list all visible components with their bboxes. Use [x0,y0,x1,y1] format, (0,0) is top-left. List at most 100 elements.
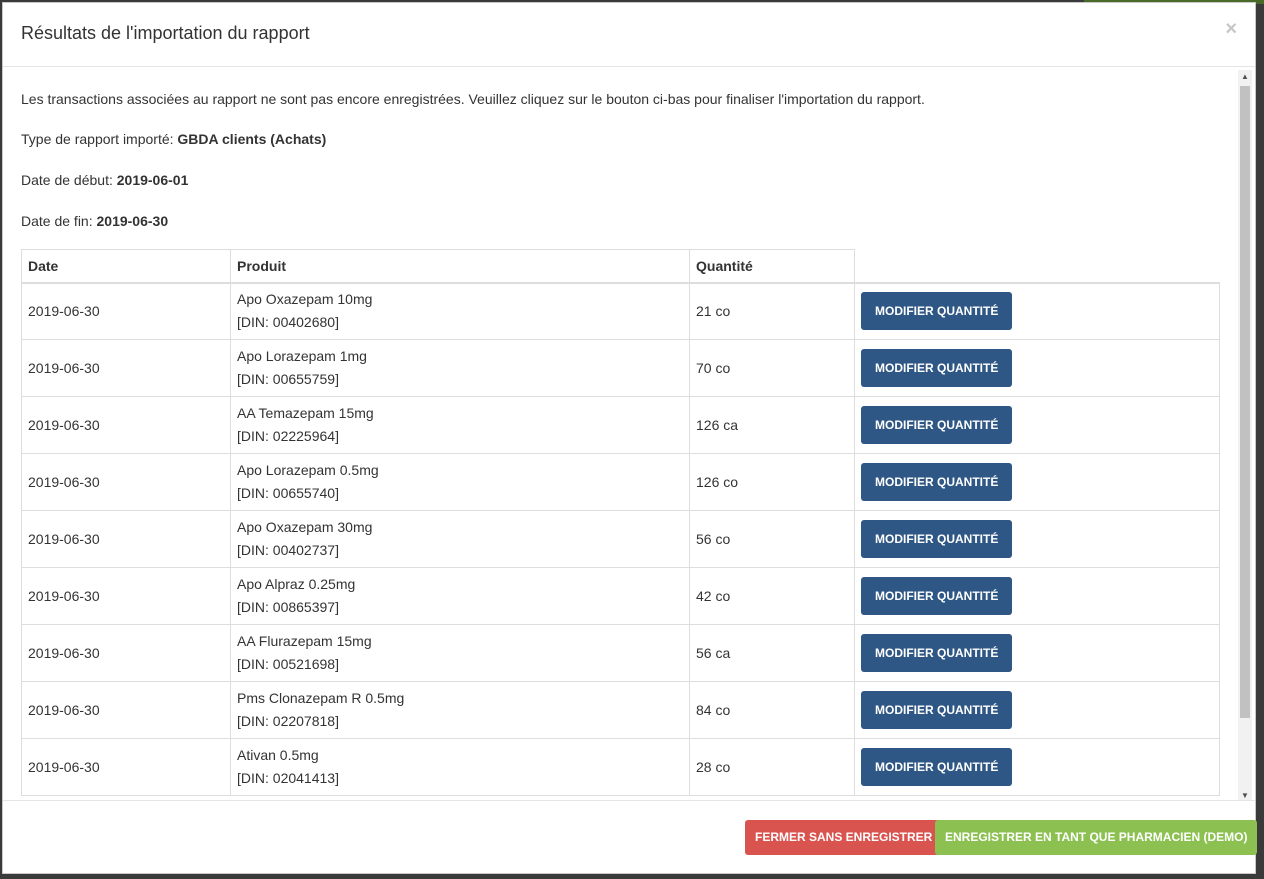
modify-quantity-button[interactable]: MODIFIER QUANTITÉ [861,748,1013,786]
report-type-value: GBDA clients (Achats) [177,131,327,147]
modify-quantity-button[interactable]: MODIFIER QUANTITÉ [861,691,1013,729]
product-name: AA Temazepam 15mg [237,405,374,421]
table-header-row: Date Produit Quantité [21,249,1220,284]
product-name: Pms Clonazepam R 0.5mg [237,690,405,706]
product-name: AA Flurazepam 15mg [237,633,372,649]
start-date-label: Date de début: [21,172,117,188]
table-row: 2019-06-30 Apo Oxazepam 10mg [DIN: 0040268… [21,282,1220,340]
cell-product: Apo Oxazepam 10mg [DIN: 00402680] [230,282,690,340]
cell-actions: MODIFIER QUANTITÉ [854,453,1220,511]
start-date-line: Date de début: 2019-06-01 [21,172,188,188]
product-din: [DIN: 00402680] [237,314,339,331]
product-name: Apo Lorazepam 0.5mg [237,462,379,478]
product-name: Apo Oxazepam 10mg [237,291,373,308]
column-header-date: Date [21,249,231,284]
product-din: [DIN: 00402737] [237,542,339,558]
cell-product: Apo Oxazepam 30mg [DIN: 00402737] [230,510,690,568]
scroll-up-arrow-icon[interactable]: ▲ [1238,70,1252,84]
modal-footer: FERMER SANS ENREGISTRER ENREGISTRER EN T… [3,800,1258,873]
product-name: Apo Alpraz 0.25mg [237,576,356,592]
cell-actions: MODIFIER QUANTITÉ [854,510,1220,568]
modal-title: Résultats de l'importation du rapport [21,23,310,43]
cell-actions: MODIFIER QUANTITÉ [854,738,1220,796]
report-type-label: Type de rapport importé: [21,131,178,147]
cell-product: Pms Clonazepam R 0.5mg [DIN: 02207818] [230,681,690,739]
cell-product: Apo Lorazepam 0.5mg [DIN: 00655740] [230,453,690,511]
modify-quantity-button[interactable]: MODIFIER QUANTITÉ [861,463,1013,501]
import-notice: Les transactions associées au rapport ne… [21,91,925,107]
cell-product: AA Temazepam 15mg [DIN: 02225964] [230,396,690,454]
close-without-saving-button[interactable]: FERMER SANS ENREGISTRER [745,820,943,855]
cell-quantity: 56 co [689,510,855,568]
modal-body: Les transactions associées au rapport ne… [3,67,1239,803]
cell-actions: MODIFIER QUANTITÉ [854,339,1220,397]
cell-date: 2019-06-30 [21,681,231,739]
cell-quantity: 56 ca [689,624,855,682]
cell-actions: MODIFIER QUANTITÉ [854,396,1220,454]
column-header-actions [854,249,1220,284]
table-row: 2019-06-30 Ativan 0.5mg [DIN: 02041413] 28 … [21,738,1220,796]
save-as-pharmacist-button[interactable]: ENREGISTRER EN TANT QUE PHARMACIEN (DEMO… [935,820,1258,855]
cell-quantity: 42 co [689,567,855,625]
cell-product: AA Flurazepam 15mg [DIN: 00521698] [230,624,690,682]
product-din: [DIN: 00655740] [237,485,339,501]
cell-date: 2019-06-30 [21,510,231,568]
table-row: 2019-06-30 Apo Lorazepam 0.5mg [DIN: 00655… [21,453,1220,511]
product-name: Ativan 0.5mg [237,747,319,763]
product-din: [DIN: 00865397] [237,599,339,615]
cell-date: 2019-06-30 [21,339,231,397]
table-row: 2019-06-30 Pms Clonazepam R 0.5mg [DIN: 02… [21,681,1220,739]
table-body: 2019-06-30 Apo Oxazepam 10mg [DIN: 0040268… [21,282,1220,796]
transactions-table: Date Produit Quantité 2019-06-30 Apo Oxaz… [21,249,1220,796]
product-din: [DIN: 02207818] [237,713,339,729]
cell-quantity: 21 co [689,282,855,340]
close-icon[interactable]: × [1225,19,1237,39]
cell-product: Ativan 0.5mg [DIN: 02041413] [230,738,690,796]
cell-date: 2019-06-30 [21,738,231,796]
table-row: 2019-06-30 Apo Alpraz 0.25mg [DIN: 0086539… [21,567,1220,625]
cell-product: Apo Lorazepam 1mg [DIN: 00655759] [230,339,690,397]
cell-quantity: 126 ca [689,396,855,454]
cell-actions: MODIFIER QUANTITÉ [854,282,1220,340]
cell-product: Apo Alpraz 0.25mg [DIN: 00865397] [230,567,690,625]
start-date-value: 2019-06-01 [116,172,189,188]
cell-date: 2019-06-30 [21,624,231,682]
modify-quantity-button[interactable]: MODIFIER QUANTITÉ [861,577,1013,615]
product-name: Apo Oxazepam 30mg [237,519,373,535]
cell-date: 2019-06-30 [21,567,231,625]
cell-actions: MODIFIER QUANTITÉ [854,681,1220,739]
report-type-line: Type de rapport importé: GBDA clients (A… [21,131,326,147]
cell-quantity: 28 co [689,738,855,796]
end-date-line: Date de fin: 2019-06-30 [21,213,168,229]
modify-quantity-button[interactable]: MODIFIER QUANTITÉ [861,349,1013,387]
product-din: [DIN: 00521698] [237,656,339,672]
scrollbar[interactable]: ▲ ▼ [1238,70,1252,803]
product-din: [DIN: 02225964] [237,428,339,444]
modal-header: Résultats de l'importation du rapport × [3,3,1255,67]
end-date-label: Date de fin: [21,213,97,229]
cell-date: 2019-06-30 [21,282,231,340]
column-header-product: Produit [230,249,690,284]
cell-quantity: 126 co [689,453,855,511]
table-row: 2019-06-30 AA Flurazepam 15mg [DIN: 005216… [21,624,1220,682]
table-row: 2019-06-30 AA Temazepam 15mg [DIN: 0222596… [21,396,1220,454]
scroll-thumb[interactable] [1240,86,1250,718]
cell-actions: MODIFIER QUANTITÉ [854,624,1220,682]
table-row: 2019-06-30 Apo Oxazepam 30mg [DIN: 0040273… [21,510,1220,568]
column-header-quantity: Quantité [689,249,855,284]
modify-quantity-button[interactable]: MODIFIER QUANTITÉ [861,634,1013,672]
product-din: [DIN: 00655759] [237,371,339,387]
modify-quantity-button[interactable]: MODIFIER QUANTITÉ [861,292,1013,331]
cell-date: 2019-06-30 [21,453,231,511]
table-row: 2019-06-30 Apo Lorazepam 1mg [DIN: 0065575… [21,339,1220,397]
cell-date: 2019-06-30 [21,396,231,454]
product-name: Apo Lorazepam 1mg [237,348,367,364]
modify-quantity-button[interactable]: MODIFIER QUANTITÉ [861,406,1013,444]
end-date-value: 2019-06-30 [96,213,169,229]
modify-quantity-button[interactable]: MODIFIER QUANTITÉ [861,520,1013,558]
product-din: [DIN: 02041413] [237,770,339,786]
cell-quantity: 84 co [689,681,855,739]
import-results-modal: Résultats de l'importation du rapport × … [2,2,1258,874]
cell-quantity: 70 co [689,339,855,397]
cell-actions: MODIFIER QUANTITÉ [854,567,1220,625]
